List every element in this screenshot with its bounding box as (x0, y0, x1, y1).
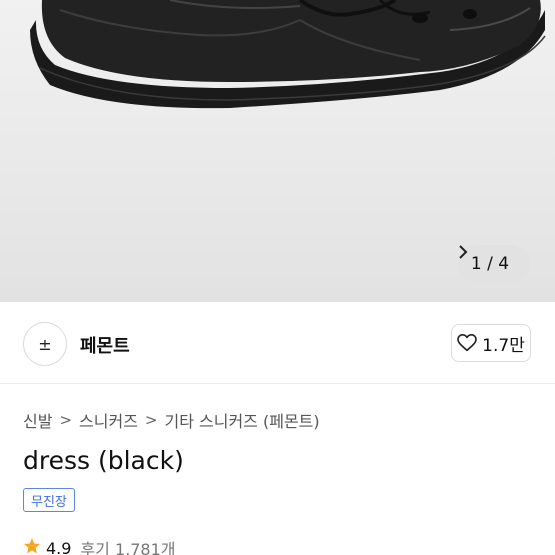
rating-score: 4.9 (46, 538, 72, 555)
shipping-badge: 무진장 (23, 488, 75, 512)
product-title: dress (black) (23, 446, 184, 475)
heart-outline-icon (457, 334, 477, 352)
breadcrumb-separator: > (59, 411, 73, 429)
product-image-gallery[interactable]: 1 / 4 (0, 0, 555, 302)
shop-avatar[interactable]: ± (23, 322, 67, 366)
star-icon (23, 537, 41, 555)
counter-text: 1 / 4 (470, 254, 510, 274)
shop-name[interactable]: 페몬트 (80, 332, 130, 358)
rating-summary: 4.9 후기 1,781개 (23, 536, 176, 555)
breadcrumb-separator: > (144, 411, 158, 429)
like-button[interactable]: 1.7만 (451, 324, 531, 362)
breadcrumb-item[interactable]: 기타 스니커즈 (페몬트) (165, 408, 320, 432)
shop-logo-icon: ± (38, 334, 52, 354)
breadcrumb-item[interactable]: 신발 (23, 408, 52, 432)
image-counter[interactable]: 1 / 4 (458, 245, 530, 283)
like-count: 1.7만 (482, 335, 525, 356)
breadcrumb-item[interactable]: 스니커즈 (79, 408, 138, 432)
breadcrumb: 신발 > 스니커즈 > 기타 스니커즈 (페몬트) (23, 408, 320, 432)
reviews-link[interactable]: 후기 1,781개 (80, 536, 175, 555)
